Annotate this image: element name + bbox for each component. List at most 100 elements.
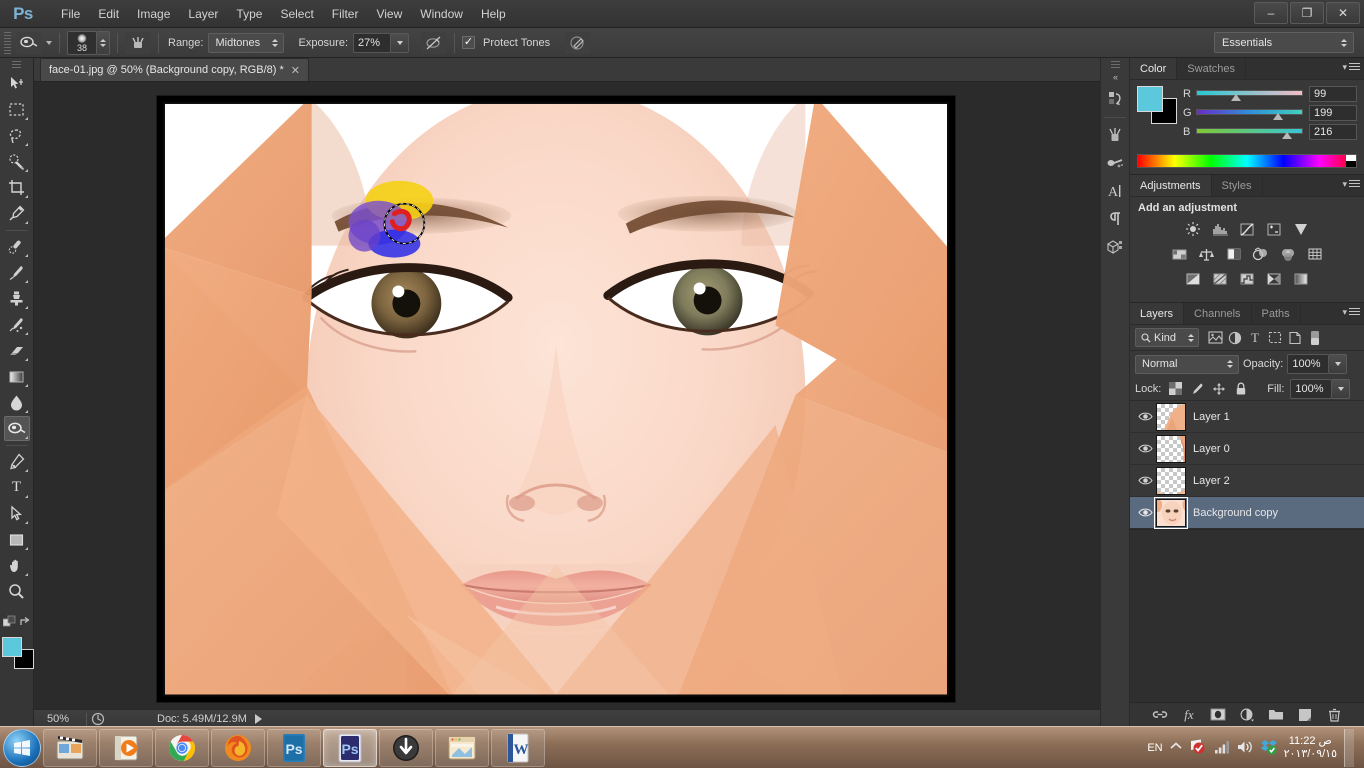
layer-name[interactable]: Layer 0 bbox=[1193, 443, 1230, 455]
brush-size-stepper[interactable] bbox=[97, 30, 110, 55]
green-slider[interactable] bbox=[1196, 108, 1303, 120]
eye-icon[interactable] bbox=[1134, 475, 1156, 486]
layer-name[interactable]: Background copy bbox=[1193, 507, 1278, 519]
eyedropper-tool[interactable] bbox=[4, 201, 30, 226]
red-value[interactable]: 99 bbox=[1309, 86, 1357, 102]
levels-icon[interactable] bbox=[1208, 218, 1233, 240]
layer-name[interactable]: Layer 1 bbox=[1193, 411, 1230, 423]
volume-icon[interactable] bbox=[1237, 740, 1253, 757]
brush-tool[interactable] bbox=[4, 260, 30, 285]
selective-color-icon[interactable] bbox=[1262, 268, 1287, 290]
language-indicator[interactable]: EN bbox=[1147, 742, 1162, 754]
gradient-tool[interactable] bbox=[4, 364, 30, 389]
exposure-input[interactable]: 27% bbox=[353, 32, 392, 53]
panel-foreground-color-swatch[interactable] bbox=[1137, 86, 1163, 112]
options-bar-grip[interactable] bbox=[4, 31, 11, 54]
minimize-button[interactable]: – bbox=[1254, 2, 1288, 24]
blur-tool[interactable] bbox=[4, 390, 30, 415]
expand-panels-icon[interactable]: « bbox=[1113, 72, 1118, 82]
history-brush-tool[interactable] bbox=[4, 312, 30, 337]
layer-thumbnail[interactable] bbox=[1156, 434, 1186, 463]
canvas-area[interactable] bbox=[34, 82, 1100, 709]
posterize-icon[interactable] bbox=[1208, 268, 1233, 290]
brightness-contrast-icon[interactable] bbox=[1181, 218, 1206, 240]
workspace-select[interactable]: Essentials bbox=[1214, 32, 1354, 53]
eye-icon[interactable] bbox=[1134, 507, 1156, 518]
layers-panel-menu-icon[interactable]: ▾ bbox=[1342, 307, 1360, 318]
tab-channels[interactable]: Channels bbox=[1184, 303, 1252, 324]
document-info-icon[interactable] bbox=[91, 712, 105, 726]
menu-layer[interactable]: Layer bbox=[179, 3, 227, 25]
blend-mode-select[interactable]: Normal bbox=[1135, 354, 1239, 374]
rectangle-tool[interactable] bbox=[4, 527, 30, 552]
taskbar-photoshop-cs6[interactable]: Ps bbox=[323, 728, 377, 767]
taskbar-firefox[interactable] bbox=[211, 728, 265, 767]
menu-view[interactable]: View bbox=[367, 3, 411, 25]
dock-grip[interactable] bbox=[1110, 61, 1120, 68]
close-icon[interactable]: ✕ bbox=[291, 64, 300, 77]
color-lookup-icon[interactable] bbox=[1302, 243, 1327, 265]
tab-styles[interactable]: Styles bbox=[1212, 175, 1263, 196]
menu-image[interactable]: Image bbox=[128, 3, 179, 25]
filter-shape-icon[interactable] bbox=[1265, 328, 1285, 348]
close-button[interactable]: ✕ bbox=[1326, 2, 1360, 24]
clone-stamp-tool[interactable] bbox=[4, 286, 30, 311]
move-tool[interactable] bbox=[4, 71, 30, 96]
color-spectrum-bar[interactable] bbox=[1137, 154, 1357, 168]
zoom-tool[interactable] bbox=[4, 579, 30, 604]
menu-file[interactable]: File bbox=[52, 3, 89, 25]
document-tab[interactable]: face-01.jpg @ 50% (Background copy, RGB/… bbox=[40, 58, 309, 81]
red-slider-thumb[interactable] bbox=[1231, 93, 1242, 101]
new-group-icon[interactable] bbox=[1268, 707, 1284, 723]
menu-type[interactable]: Type bbox=[227, 3, 271, 25]
protect-tones-checkbox[interactable]: ✓ bbox=[462, 36, 476, 49]
eye-icon[interactable] bbox=[1134, 443, 1156, 454]
taskbar-media-player[interactable] bbox=[99, 728, 153, 767]
brush-size-preview[interactable]: 38 bbox=[67, 30, 97, 55]
show-desktop-button[interactable] bbox=[1344, 729, 1354, 767]
tool-presets-panel-icon[interactable] bbox=[1102, 150, 1128, 176]
start-button[interactable] bbox=[3, 728, 41, 767]
dodge-tool-icon[interactable] bbox=[16, 31, 42, 54]
red-slider[interactable] bbox=[1196, 89, 1303, 101]
green-value[interactable]: 199 bbox=[1309, 105, 1357, 121]
blue-slider[interactable] bbox=[1196, 127, 1303, 139]
taskbar-chrome[interactable] bbox=[155, 728, 209, 767]
lock-transparent-pixels-icon[interactable] bbox=[1167, 381, 1183, 397]
gradient-map-icon[interactable] bbox=[1289, 268, 1314, 290]
white-black-picker[interactable] bbox=[1346, 155, 1356, 167]
layer-name[interactable]: Layer 2 bbox=[1193, 475, 1230, 487]
new-adjustment-layer-icon[interactable] bbox=[1239, 707, 1255, 723]
layer-style-fx-icon[interactable]: fx bbox=[1181, 707, 1197, 723]
spot-healing-brush-tool[interactable] bbox=[4, 234, 30, 259]
airbrush-icon[interactable] bbox=[421, 31, 448, 54]
menu-filter[interactable]: Filter bbox=[323, 3, 368, 25]
status-expand-icon[interactable] bbox=[254, 714, 262, 724]
filter-smartobject-icon[interactable] bbox=[1285, 328, 1305, 348]
blue-slider-thumb[interactable] bbox=[1281, 131, 1292, 139]
lock-all-icon[interactable] bbox=[1233, 381, 1249, 397]
layer-thumbnail[interactable] bbox=[1156, 466, 1186, 495]
taskbar-idm[interactable] bbox=[379, 728, 433, 767]
table-row[interactable]: Layer 2 bbox=[1130, 465, 1364, 497]
rectangular-marquee-tool[interactable] bbox=[4, 97, 30, 122]
pen-tool[interactable] bbox=[4, 449, 30, 474]
paragraph-panel-icon[interactable] bbox=[1102, 206, 1128, 232]
zoom-level-field[interactable]: 50% bbox=[34, 713, 82, 725]
link-layers-icon[interactable] bbox=[1152, 707, 1168, 723]
hue-saturation-icon[interactable] bbox=[1167, 243, 1192, 265]
antivirus-icon[interactable] bbox=[1189, 738, 1207, 759]
range-select[interactable]: Midtones bbox=[208, 32, 285, 53]
invert-icon[interactable] bbox=[1181, 268, 1206, 290]
eye-icon[interactable] bbox=[1134, 411, 1156, 422]
restore-button[interactable]: ❐ bbox=[1290, 2, 1324, 24]
exposure-chevron-down-icon[interactable] bbox=[391, 32, 410, 53]
document-canvas[interactable] bbox=[156, 95, 956, 703]
tool-preset-chevron-down-icon[interactable] bbox=[46, 40, 52, 45]
fill-input[interactable]: 100% bbox=[1290, 378, 1333, 399]
menu-select[interactable]: Select bbox=[271, 3, 322, 25]
fill-chevron-down-icon[interactable] bbox=[1332, 378, 1351, 399]
table-row[interactable]: Layer 1 bbox=[1130, 401, 1364, 433]
history-panel-icon[interactable] bbox=[1102, 85, 1128, 111]
tab-adjustments[interactable]: Adjustments bbox=[1130, 175, 1212, 196]
